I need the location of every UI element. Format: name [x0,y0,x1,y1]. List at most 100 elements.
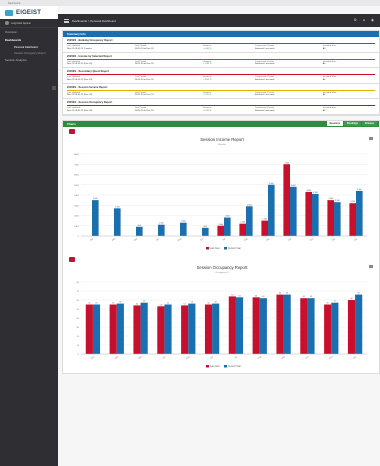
bar [116,303,124,354]
brand[interactable]: EIGEIST [0,6,58,19]
bar [356,190,363,236]
bar [180,222,187,236]
data-label: 54 [184,303,186,305]
bar [188,303,196,354]
data-label: 55 [95,302,97,304]
x-tick-label: Aug [243,237,249,242]
user-icon[interactable]: ◉ [371,18,374,22]
legend-label: Current Year [228,365,241,368]
menu-icon[interactable] [64,18,69,23]
tab-bookings[interactable]: Bookings [344,121,361,127]
breadcrumb: Dashboards > Personal Dashboard [72,18,116,23]
x-tick-label: Feb [115,356,120,360]
report-value: All [322,78,326,81]
bar [235,297,244,354]
legend-label: Current Year [228,247,241,250]
x-tick-label: Jan [90,238,95,242]
x-tick-label: Nov [329,356,334,360]
bar [239,223,246,236]
avatar [5,21,9,25]
sidebar-item-analytics[interactable]: Session Analytics [0,56,58,64]
report-value: Nov-21 09:41:21 (Dec-20) [67,94,93,97]
report-title[interactable]: 2020ES - Banking Occupancy Report [67,38,375,44]
sidebar-item-label: Overview [5,30,17,34]
bar [290,186,297,236]
bar [283,164,290,236]
x-tick-label: Jul [222,238,226,242]
bar [324,304,332,354]
tab-sessions[interactable]: Sessions [326,121,344,127]
sidebar: Luigi Abel Aquino Overview Dashboards Pe… [0,19,58,466]
x-tick-label: Mar [138,355,143,360]
income-chart: Session Income ReportMonthly 0 1000 2000 300… [74,136,373,250]
data-label: 5,000 [269,183,274,185]
y-tick-label: 80 [77,282,80,284]
settings-icon[interactable]: ⚙ [354,18,357,22]
y-tick-label: 1000 [74,226,80,228]
sidebar-user[interactable]: Luigi Abel Aquino [0,19,58,28]
report-value: Selected: Last week [254,78,275,81]
y-tick-label: 60 [77,300,80,302]
y-tick-label: 7000 [74,164,80,166]
data-label: 900 [138,225,141,227]
bar [136,226,143,236]
chart-title: Session Occupancy Report [197,265,249,270]
user-name: Luigi Abel Aquino [11,21,31,25]
y-tick-label: 10 [77,345,80,347]
report-title[interactable]: 2020ES - Income by Selected Report [67,54,375,60]
legend-label: Last Year [210,365,220,368]
data-label: 3,300 [335,200,340,202]
x-tick-label: Mar [133,237,138,242]
summary-title: Summary Info [67,32,86,36]
data-label: 62 [310,296,312,298]
chart-subtitle: Occupancy % [215,272,229,274]
bar [261,220,268,236]
notification-icon[interactable]: ● [363,18,365,22]
report-grid: Last Updated Last Period Variance Compariso… [67,92,375,97]
data-label: 2,700 [115,206,120,208]
x-tick-label: Aug [257,355,263,360]
data-label: 64 [231,294,233,296]
y-tick-label: 50 [77,309,80,311]
x-tick-label: Sep [281,356,286,360]
summary-card: Summary Info 2020ES - Banking Occupancy … [62,30,380,116]
main-content: Summary Info 2020ES - Banking Occupancy … [62,30,380,378]
data-label: 55 [167,302,169,304]
report-value: + 0.48 % [202,47,212,50]
data-label: 4,400 [357,189,362,191]
bar [307,298,315,354]
data-label: 57 [334,301,336,303]
data-label: 4,100 [313,192,318,194]
data-label: 4,800 [291,185,296,187]
data-label: 3,500 [93,198,98,200]
sidebar-sub-label: Session Occupancy Report [14,51,46,55]
data-label: 55 [112,302,114,304]
bar [355,294,363,354]
report-row: 2020ES - Income by Selected Report Last U… [63,53,379,69]
x-tick-label: May [186,355,191,360]
report-value: 28-11-20 to Dec-20 [134,78,154,81]
strip-label: Dashboard [8,1,21,5]
data-label: 57 [143,301,145,303]
report-grid: Last Updated Last Period Variance Compariso… [67,107,375,112]
bar [349,203,356,236]
data-label: 3,200 [350,201,355,203]
data-label: 3,500 [328,198,333,200]
report-value: All [322,94,326,97]
bar [305,191,312,236]
report-title[interactable]: 2020ES - Session Income Report [67,85,375,91]
bar [92,304,101,354]
sidebar-collapse-icon[interactable] [52,86,56,90]
tab-finance[interactable]: Finance [361,121,377,127]
report-title[interactable]: 2020ES - Secondary Quest Report [67,69,375,76]
report-title[interactable]: 2020ES - Session Occupancy Report [67,100,375,107]
x-tick-label: Jun [210,356,215,360]
bar [85,304,93,354]
y-tick-label: 5000 [74,185,80,187]
sidebar-item-dashboards[interactable]: Dashboards [0,36,58,44]
bar [300,298,308,354]
bar [331,302,339,354]
x-tick-label: Dec [332,238,337,242]
sidebar-item-overview[interactable]: Overview [0,28,58,36]
legend-swatch [224,246,227,250]
